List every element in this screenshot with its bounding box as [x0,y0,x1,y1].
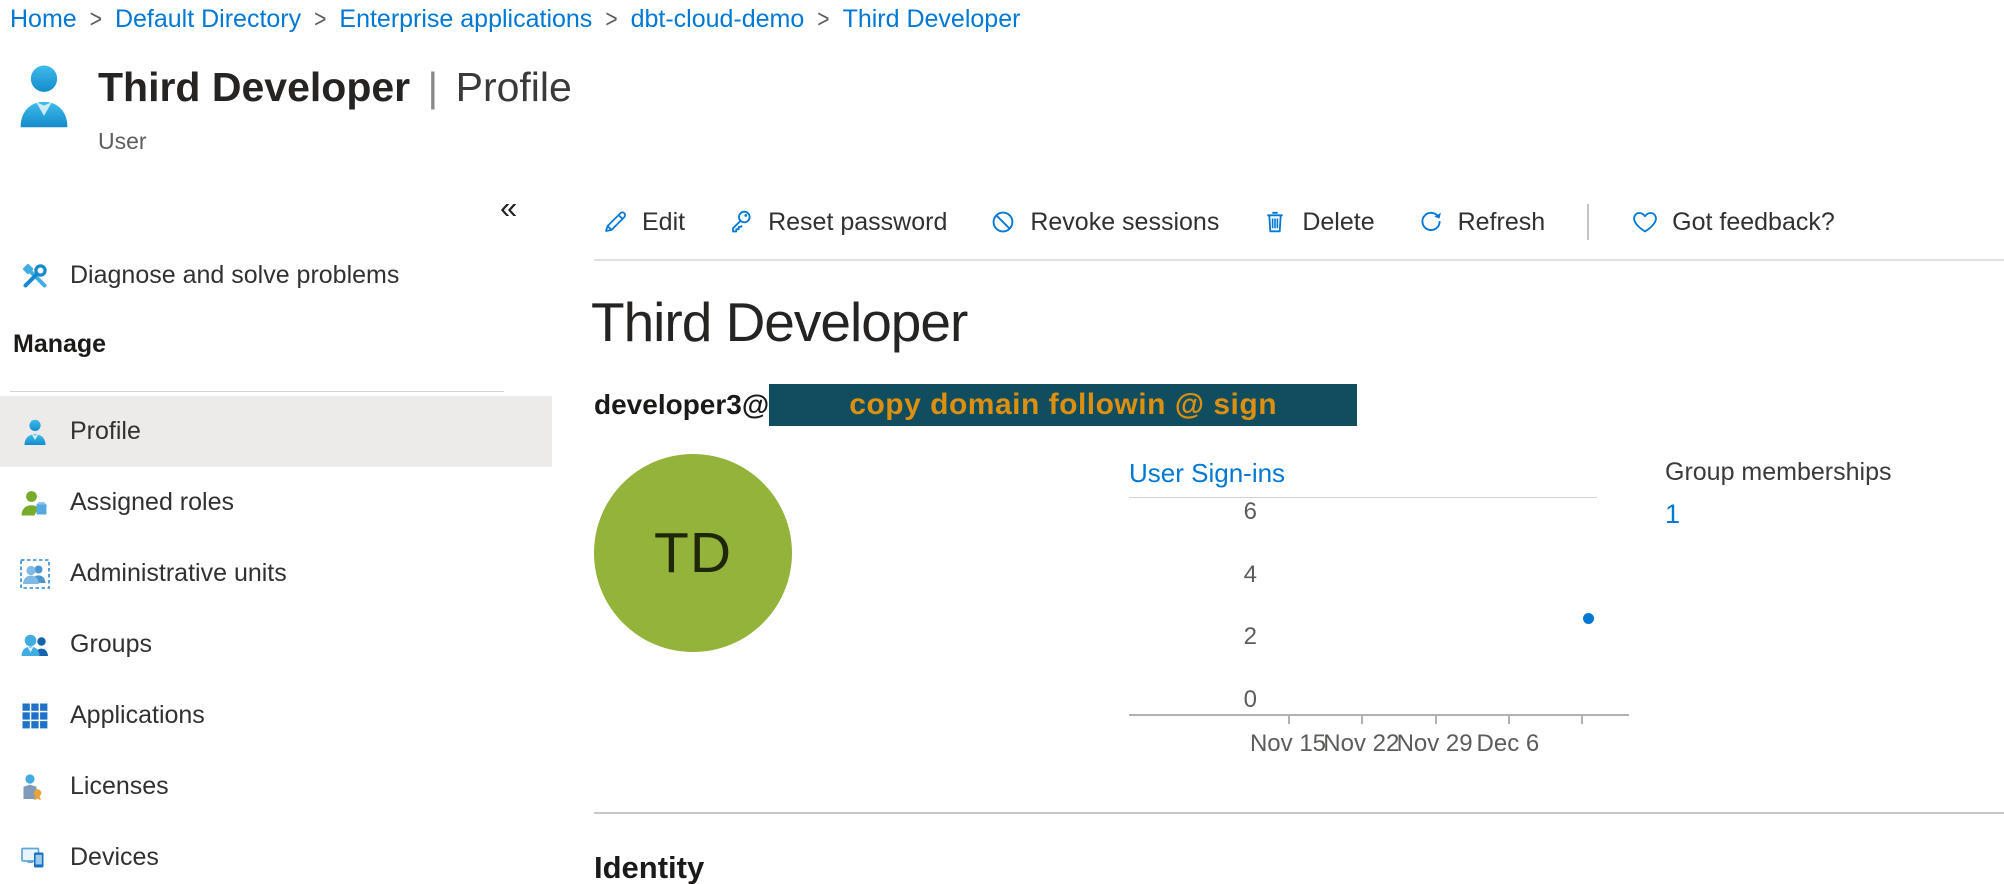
sidebar-section-manage: Manage [13,330,106,359]
groups-icon [20,630,50,660]
sidebar-item-label: Devices [70,843,159,872]
sidebar-item-label: Groups [70,630,152,659]
identity-section-heading: Identity [594,850,704,884]
key-icon [727,208,755,236]
breadcrumb-enterprise-applications[interactable]: Enterprise applications [339,5,592,34]
admin-units-icon [20,559,50,589]
revoke-sessions-button[interactable]: Revoke sessions [989,208,1219,237]
breadcrumb-dbt-cloud-demo[interactable]: dbt-cloud-demo [631,5,805,34]
avatar: TD [594,454,792,652]
breadcrumb-third-developer[interactable]: Third Developer [843,5,1021,34]
chart-x-axis [1129,714,1629,716]
breadcrumb-separator: > [314,5,326,35]
user-display-name: Third Developer [591,290,967,354]
user-principal-name: developer3@ copy domain followin @ sign [594,384,1357,426]
toolbar-button-label: Delete [1302,208,1374,237]
breadcrumb-separator: > [605,5,617,35]
heart-icon [1631,208,1659,236]
sign-ins-data-point [1583,613,1594,624]
x-axis-tick [1361,716,1363,724]
got-feedback-button[interactable]: Got feedback? [1631,208,1835,237]
toolbar-button-label: Reset password [768,208,947,237]
breadcrumb-default-directory[interactable]: Default Directory [115,5,301,34]
x-axis-tick [1288,716,1290,724]
sidebar-item-label: Assigned roles [70,488,234,517]
avatar-initials: TD [654,520,732,586]
license-icon [20,772,50,802]
sidebar-divider [10,391,504,392]
breadcrumb: Home > Default Directory > Enterprise ap… [10,5,1020,34]
group-memberships-count-link[interactable]: 1 [1665,499,1891,530]
trash-icon [1261,208,1289,236]
command-bar: Edit Reset password Revoke sessions Dele… [601,196,1835,248]
breadcrumb-separator: > [817,5,829,35]
sidebar-item-administrative-units[interactable]: Administrative units [0,538,552,609]
breadcrumb-separator: > [90,5,102,35]
block-icon [989,208,1017,236]
x-axis-tick [1435,716,1437,724]
sidebar-item-label: Diagnose and solve problems [70,261,399,290]
page-title-pipe: | [422,64,445,110]
page-header: Third Developer | Profile User [18,62,572,155]
reset-password-button[interactable]: Reset password [727,208,947,237]
y-axis-tick-label: 6 [1223,497,1257,527]
y-axis-tick-label: 2 [1223,622,1257,652]
sidebar-item-applications[interactable]: Applications [0,680,552,751]
group-memberships-label: Group memberships [1665,458,1891,487]
page-title-name: Third Developer [98,64,410,110]
edit-button[interactable]: Edit [601,208,685,237]
sidebar: « Diagnose and solve problems Manage Pro… [0,150,552,884]
redaction-note: copy domain followin @ sign [849,388,1277,422]
toolbar-button-label: Edit [642,208,685,237]
user-avatar-icon [18,62,70,130]
toolbar-divider [594,259,2004,261]
pencil-icon [601,208,629,236]
redaction-overlay: copy domain followin @ sign [769,384,1357,426]
chart-title-link[interactable]: User Sign-ins [1129,458,1285,489]
delete-button[interactable]: Delete [1261,208,1374,237]
azure-user-profile-page: Home > Default Directory > Enterprise ap… [0,0,2004,884]
page-title-blade: Profile [456,64,572,110]
x-axis-tick [1581,716,1583,724]
section-divider [594,812,2004,814]
sidebar-item-label: Profile [70,417,141,446]
sidebar-item-devices[interactable]: Devices [0,822,552,884]
y-axis-tick-label: 0 [1223,685,1257,715]
user-sign-ins-chart: User Sign-ins 6420 Nov 15Nov 22Nov 29Dec… [1129,456,1634,776]
y-axis-tick-label: 4 [1223,560,1257,590]
tools-icon [20,261,50,291]
person-icon [20,417,50,447]
x-axis-tick [1508,716,1510,724]
toolbar-separator [1587,204,1589,240]
grid-icon [20,701,50,731]
x-axis-tick-label: Dec 6 [1448,730,1568,758]
refresh-icon [1417,208,1445,236]
sidebar-item-label: Applications [70,701,205,730]
toolbar-button-label: Refresh [1458,208,1546,237]
breadcrumb-home[interactable]: Home [10,5,77,34]
toolbar-button-label: Revoke sessions [1030,208,1219,237]
person-cube-icon [20,488,50,518]
group-memberships: Group memberships 1 [1665,458,1891,530]
chart-title-underline [1129,497,1597,498]
toolbar-button-label: Got feedback? [1672,208,1835,237]
sidebar-item-groups[interactable]: Groups [0,609,552,680]
upn-prefix: developer3@ [594,389,769,421]
page-title: Third Developer | Profile User [98,62,572,155]
sidebar-item-label: Administrative units [70,559,287,588]
devices-icon [20,843,50,873]
sidebar-item-diagnose[interactable]: Diagnose and solve problems [0,240,552,311]
refresh-button[interactable]: Refresh [1417,208,1546,237]
sidebar-item-label: Licenses [70,772,169,801]
sidebar-collapse-button[interactable]: « [500,190,514,226]
sidebar-item-licenses[interactable]: Licenses [0,751,552,822]
sidebar-item-profile[interactable]: Profile [0,396,552,467]
sidebar-item-assigned-roles[interactable]: Assigned roles [0,467,552,538]
